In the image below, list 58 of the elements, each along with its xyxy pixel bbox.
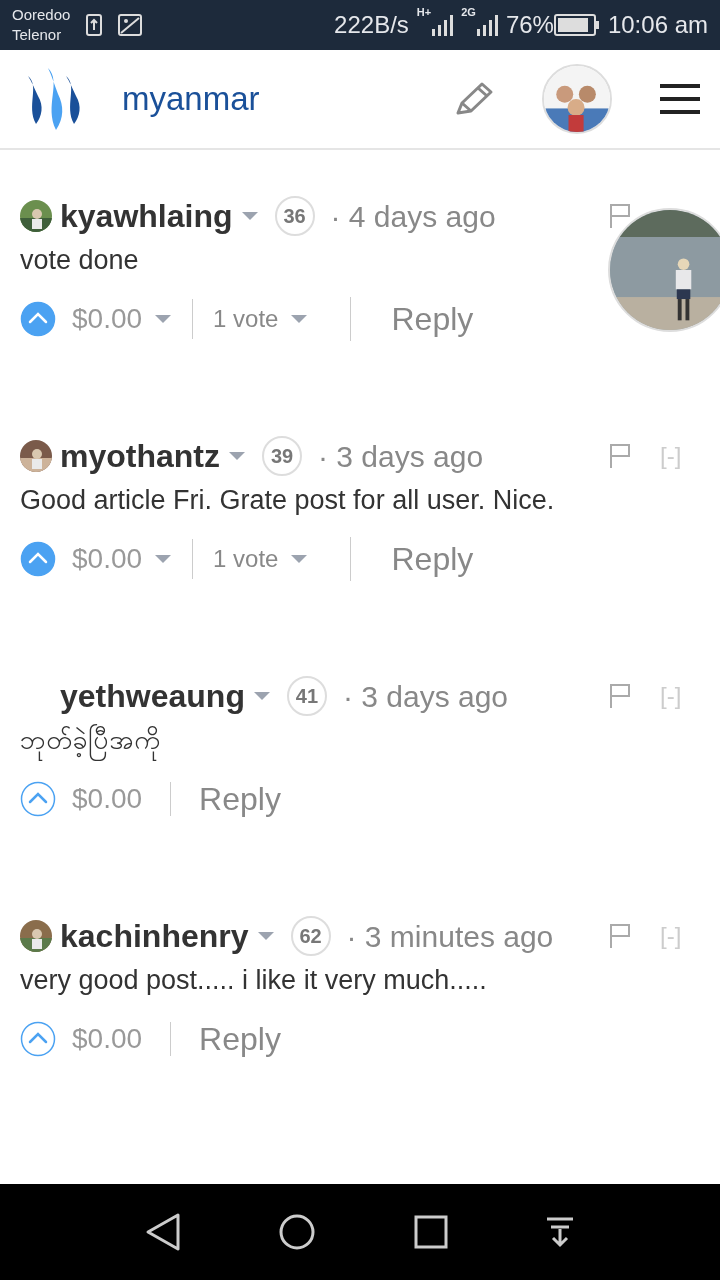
- upload-icon: [86, 14, 103, 36]
- comment-time: · 3 days ago: [318, 438, 484, 475]
- upvote-button[interactable]: [20, 1021, 56, 1057]
- caret-icon: [256, 931, 275, 941]
- comment-time: · 3 days ago: [342, 678, 509, 715]
- comment-time: · 3 minutes ago: [346, 918, 554, 955]
- reply-link[interactable]: Reply: [199, 1015, 281, 1063]
- reply-link[interactable]: Reply: [199, 775, 281, 823]
- caret-icon: [290, 554, 309, 564]
- image-icon: [118, 14, 143, 36]
- signal-icon: [431, 13, 454, 37]
- header-title[interactable]: myanmar: [122, 74, 260, 124]
- comment-author[interactable]: yethweaung: [60, 680, 245, 712]
- payout-amount[interactable]: $0.00: [72, 298, 143, 340]
- vote-count[interactable]: 1 vote: [213, 301, 279, 337]
- reputation-badge: 41: [286, 676, 327, 716]
- caret-icon: [252, 691, 271, 701]
- comment-time: · 4 days ago: [330, 198, 496, 235]
- battery-icon: [553, 14, 600, 36]
- clock: 10:06 am: [607, 10, 708, 40]
- upvote-button[interactable]: [20, 301, 56, 337]
- menu-icon[interactable]: [660, 83, 700, 115]
- reputation-badge: 62: [290, 916, 331, 956]
- payout-amount[interactable]: $0.00: [72, 1018, 143, 1060]
- comment-author[interactable]: kachinhenry: [60, 920, 249, 952]
- network-speed: 222B/s: [334, 10, 409, 40]
- network-type: H+: [416, 5, 432, 20]
- recents-icon[interactable]: [413, 1215, 448, 1249]
- caret-icon: [228, 451, 246, 461]
- caret-icon: [154, 554, 173, 564]
- carrier-name: Telenor: [12, 25, 63, 45]
- home-icon[interactable]: [278, 1213, 317, 1251]
- signal-icon: [475, 13, 498, 37]
- caret-icon: [290, 314, 309, 324]
- upvote-button[interactable]: [20, 541, 56, 577]
- comment-body: vote done: [20, 244, 140, 277]
- carrier-name: Ooredoo: [12, 5, 71, 25]
- caret-icon: [240, 211, 259, 221]
- flag-icon[interactable]: [608, 203, 632, 229]
- reputation-badge: 36: [274, 196, 315, 236]
- notification-pull-icon[interactable]: [545, 1216, 576, 1248]
- caret-icon: [154, 314, 173, 324]
- battery-percent: 76%: [505, 10, 554, 40]
- vote-count[interactable]: 1 vote: [213, 541, 279, 577]
- upvote-button[interactable]: [20, 781, 56, 817]
- comment-body: very good post..... i like it very much.....: [20, 964, 488, 997]
- comment-author[interactable]: myothantz: [60, 440, 220, 472]
- reputation-badge: 39: [262, 436, 302, 476]
- payout-amount[interactable]: $0.00: [72, 778, 143, 820]
- payout-amount[interactable]: $0.00: [72, 538, 143, 580]
- network-type: 2G: [461, 5, 476, 20]
- pencil-icon[interactable]: [454, 81, 494, 117]
- comment-body: ဘုတ်ခဲ့ပြီအကို: [20, 720, 700, 760]
- reply-link[interactable]: Reply: [391, 535, 474, 583]
- comment-body: Good article Fri. Grate post for all user. Nice.: [20, 484, 556, 517]
- reply-link[interactable]: Reply: [391, 295, 474, 343]
- back-icon[interactable]: [144, 1212, 181, 1252]
- comment-author[interactable]: kyawhlaing: [60, 200, 233, 232]
